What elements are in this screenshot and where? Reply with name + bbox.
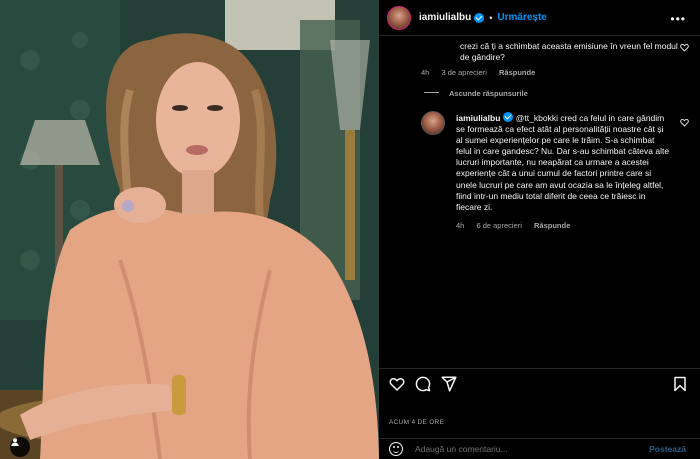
reply-age: 4h xyxy=(456,221,465,230)
hide-replies-line xyxy=(424,92,439,93)
comment-likes[interactable]: 3 de aprecieri xyxy=(441,68,486,77)
hide-replies-button[interactable]: Ascunde răspunsurile xyxy=(449,89,528,98)
reply-verified-badge-icon xyxy=(503,112,514,122)
reply-reply-button[interactable]: Răspunde xyxy=(534,221,570,230)
header-separator: • xyxy=(489,12,493,23)
comment-like-heart-icon[interactable] xyxy=(680,43,689,52)
share-icon[interactable] xyxy=(441,376,457,392)
photo-illustration xyxy=(0,0,379,459)
post-photo[interactable] xyxy=(0,0,379,459)
reply-text: @tt_kbokki cred ca felul in care gândim … xyxy=(456,113,670,212)
more-options-icon[interactable]: ••• xyxy=(670,12,686,26)
post-actions: ACUM 4 DE ORE xyxy=(379,368,700,448)
reply-meta: 4h 6 de aprecieri Răspunde xyxy=(456,221,580,230)
heart-icon[interactable] xyxy=(389,376,405,392)
user-tag-icon[interactable] xyxy=(10,437,30,457)
author-avatar[interactable] xyxy=(387,5,411,30)
comment-input[interactable] xyxy=(415,444,615,454)
comment-icon[interactable] xyxy=(415,376,431,392)
reply-username[interactable]: iamiulialbu xyxy=(456,113,500,123)
reply-author-avatar[interactable] xyxy=(421,111,445,135)
post-timestamp[interactable]: ACUM 4 DE ORE xyxy=(389,419,444,426)
reply-like-heart-icon[interactable] xyxy=(680,118,689,127)
add-comment-bar: Postează xyxy=(379,438,700,459)
bookmark-icon[interactable] xyxy=(672,376,688,392)
follow-button[interactable]: Urmărește xyxy=(497,12,546,23)
comment-reply-button[interactable]: Răspunde xyxy=(499,68,535,77)
emoji-icon[interactable] xyxy=(389,442,403,456)
post-comment-button[interactable]: Postează xyxy=(649,444,686,454)
comment-text: crezi că ți a schimbat aceasta emisiune … xyxy=(460,41,678,62)
post-header: iamiulialbu • Urmărește ••• xyxy=(379,0,700,36)
reply-likes[interactable]: 6 de aprecieri xyxy=(476,221,521,230)
comment-meta: 4h 3 de aprecieri Răspunde xyxy=(421,68,545,77)
author-username[interactable]: iamiulialbu xyxy=(419,12,471,23)
comment-age: 4h xyxy=(421,68,430,77)
verified-badge-icon xyxy=(474,12,485,23)
reply-comment: iamiulialbu @tt_kbokki cred ca felul in … xyxy=(456,112,672,213)
